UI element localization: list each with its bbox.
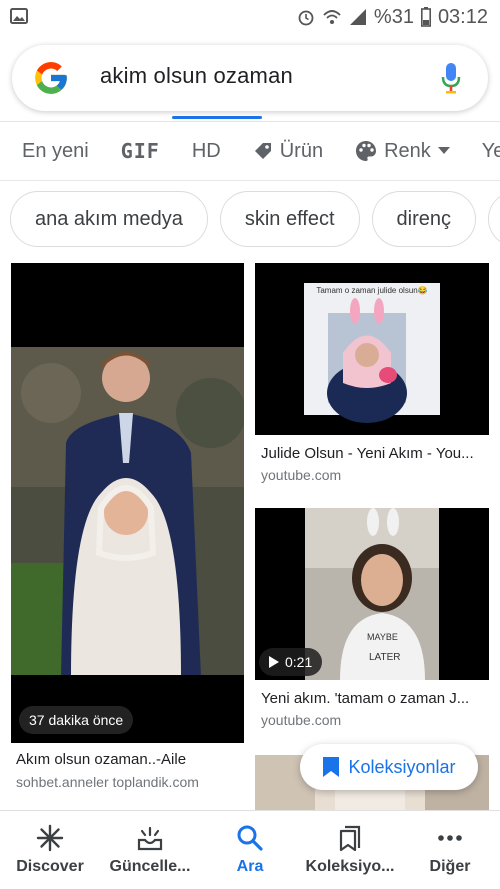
tag-icon xyxy=(254,143,271,159)
collections-button[interactable]: Koleksiyonlar xyxy=(300,744,478,790)
result-title[interactable]: Julide Olsun - Yeni Akım - You... xyxy=(261,445,487,462)
bottom-navigation: Discover Güncelle... Ara Koleksiyo... Di… xyxy=(0,810,500,889)
result-source[interactable]: youtube.com xyxy=(261,712,341,728)
gallery-icon xyxy=(10,8,28,24)
images-tab-indicator xyxy=(172,116,262,119)
search-bar[interactable]: akim olsun ozaman xyxy=(12,45,488,111)
nav-search[interactable]: Ara xyxy=(200,811,300,889)
collections-icon xyxy=(339,825,361,852)
filter-gif[interactable]: GIF xyxy=(121,139,160,163)
palette-icon xyxy=(356,141,377,161)
bookmark-icon xyxy=(323,757,340,777)
chip-direnc[interactable]: direnç xyxy=(371,191,477,247)
more-icon xyxy=(438,835,462,841)
search-query[interactable]: akim olsun ozaman xyxy=(100,63,293,89)
filter-bar: En yeni GIF HD Ürün Renk Yeni xyxy=(0,126,500,176)
filter-product[interactable]: Ürün xyxy=(253,140,323,163)
filter-new[interactable]: Yeni xyxy=(482,140,500,163)
filter-newest[interactable]: En yeni xyxy=(22,140,89,163)
result-thumbnail[interactable]: 37 dakika önce xyxy=(11,263,244,743)
chip-partial[interactable]: p xyxy=(488,191,500,247)
divider xyxy=(0,180,500,181)
svg-text:MAYBE: MAYBE xyxy=(367,632,398,642)
nav-more[interactable]: Diğer xyxy=(400,811,500,889)
nav-discover[interactable]: Discover xyxy=(0,811,100,889)
battery-percent: %31 xyxy=(373,5,414,28)
updates-icon xyxy=(137,826,163,851)
filter-color[interactable]: Renk xyxy=(355,140,450,163)
play-icon xyxy=(269,656,279,668)
video-duration: 0:21 xyxy=(259,648,323,676)
asterisk-icon xyxy=(36,824,64,852)
chip-skin-effect[interactable]: skin effect xyxy=(219,191,360,247)
wifi-icon xyxy=(323,10,341,24)
clock: 03:12 xyxy=(437,5,488,28)
chevron-down-icon xyxy=(437,147,450,154)
divider xyxy=(0,121,500,122)
related-searches: ana akım medya skin effect direnç p xyxy=(0,191,500,249)
alarm-icon xyxy=(298,10,314,26)
result-source[interactable]: youtube.com xyxy=(261,467,341,483)
result-title[interactable]: Akım olsun ozaman..-Aile xyxy=(16,751,242,768)
result-thumbnail[interactable]: MAYBE LATER 0:21 xyxy=(255,508,489,680)
time-badge: 37 dakika önce xyxy=(19,706,134,734)
result-source[interactable]: sohbet.anneler toplandik.com xyxy=(16,774,199,790)
nav-updates[interactable]: Güncelle... xyxy=(100,811,200,889)
result-title[interactable]: Yeni akım. 'tamam o zaman J... xyxy=(261,690,487,707)
status-bar: %31 03:12 xyxy=(0,0,500,34)
battery-icon xyxy=(420,7,431,27)
microphone-icon[interactable] xyxy=(440,61,462,95)
chip-ana-akim-medya[interactable]: ana akım medya xyxy=(10,191,208,247)
signal-icon xyxy=(349,9,366,25)
thumbnail-caption: Tamam o zaman julide olsun😂 xyxy=(316,286,428,295)
google-logo-icon[interactable] xyxy=(32,59,70,97)
filter-hd[interactable]: HD xyxy=(192,140,221,163)
svg-text:LATER: LATER xyxy=(369,652,401,663)
nav-collections[interactable]: Koleksiyo... xyxy=(300,811,400,889)
search-icon xyxy=(237,825,263,851)
result-thumbnail[interactable]: Tamam o zaman julide olsun😂 xyxy=(255,263,489,435)
wedding-photo-image xyxy=(11,263,244,743)
